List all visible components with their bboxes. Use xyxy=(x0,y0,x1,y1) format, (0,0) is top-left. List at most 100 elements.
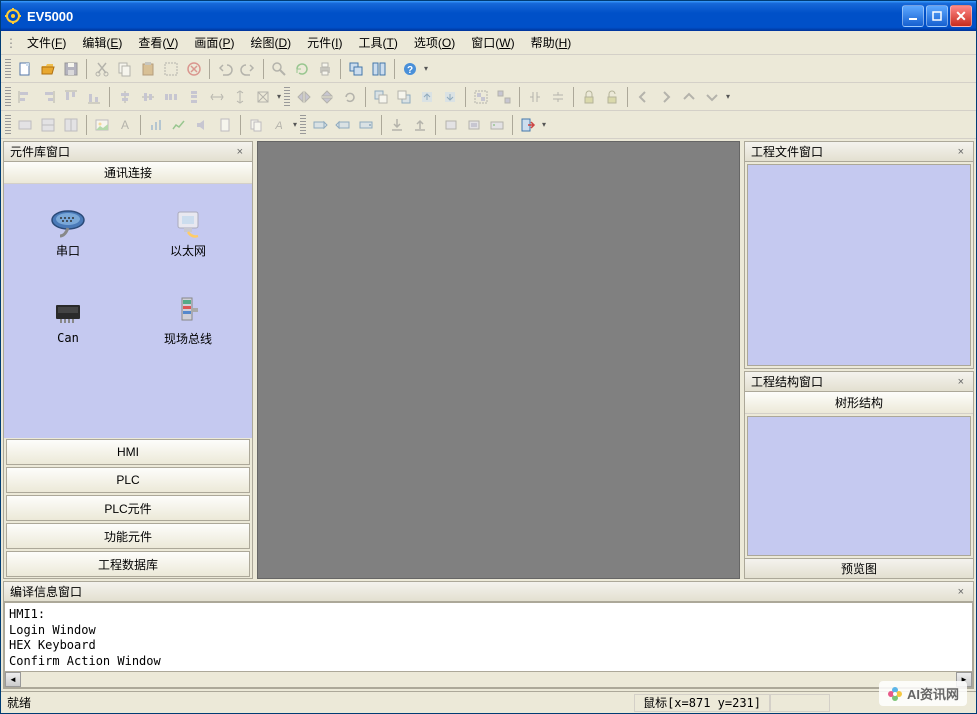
workspace-canvas[interactable] xyxy=(257,141,740,579)
menu-help[interactable]: 帮助(H) xyxy=(523,32,580,53)
window-cascade-button[interactable] xyxy=(345,58,367,80)
component-button-3[interactable] xyxy=(60,114,82,136)
device-button-3[interactable] xyxy=(486,114,508,136)
preview-footer[interactable]: 预览图 xyxy=(745,558,973,578)
flip-v-button[interactable] xyxy=(316,86,338,108)
delete-button[interactable] xyxy=(183,58,205,80)
connection-header[interactable]: 通讯连接 xyxy=(4,162,252,184)
device-button-1[interactable] xyxy=(440,114,462,136)
toolbar-grip-icon[interactable] xyxy=(300,115,306,135)
component-chart-button[interactable] xyxy=(145,114,167,136)
bring-front-button[interactable] xyxy=(370,86,392,108)
connection-ethernet[interactable]: 以太网 xyxy=(132,192,244,272)
component-doc-button[interactable] xyxy=(214,114,236,136)
unlock-button[interactable] xyxy=(601,86,623,108)
category-plc[interactable]: PLC xyxy=(6,467,250,493)
component-sound-button[interactable] xyxy=(191,114,213,136)
open-button[interactable] xyxy=(37,58,59,80)
tag-button-2[interactable] xyxy=(332,114,354,136)
find-button[interactable] xyxy=(268,58,290,80)
tag-button-1[interactable] xyxy=(309,114,331,136)
select-all-button[interactable] xyxy=(160,58,182,80)
ungroup-button[interactable] xyxy=(493,86,515,108)
undo-button[interactable] xyxy=(214,58,236,80)
panel-close-icon[interactable]: × xyxy=(234,146,246,158)
panel-close-icon[interactable]: × xyxy=(955,586,967,598)
align-center-h-button[interactable] xyxy=(114,86,136,108)
align-bottom-button[interactable] xyxy=(83,86,105,108)
close-button[interactable]: ✕ xyxy=(950,5,972,27)
toolbar-overflow-icon[interactable]: ▾ xyxy=(540,115,548,135)
category-function-parts[interactable]: 功能元件 xyxy=(6,523,250,549)
refresh-button[interactable] xyxy=(291,58,313,80)
redo-button[interactable] xyxy=(237,58,259,80)
tree-header[interactable]: 树形结构 xyxy=(745,392,973,414)
panel-close-icon[interactable]: × xyxy=(955,146,967,158)
panel-close-icon[interactable]: × xyxy=(955,376,967,388)
tag-button-3[interactable] xyxy=(355,114,377,136)
menu-options[interactable]: 选项(O) xyxy=(406,32,463,53)
component-font-button[interactable]: A xyxy=(268,114,290,136)
menu-parts[interactable]: 元件(I) xyxy=(299,32,350,53)
category-plc-parts[interactable]: PLC元件 xyxy=(6,495,250,521)
menu-edit[interactable]: 编辑(E) xyxy=(74,32,130,53)
component-button-1[interactable] xyxy=(14,114,36,136)
menu-draw[interactable]: 绘图(D) xyxy=(242,32,299,53)
paste-button[interactable] xyxy=(137,58,159,80)
distribute-h-button[interactable] xyxy=(160,86,182,108)
print-button[interactable] xyxy=(314,58,336,80)
nudge-up-button[interactable] xyxy=(678,86,700,108)
connection-fieldbus[interactable]: 现场总线 xyxy=(132,280,244,360)
align-right-button[interactable] xyxy=(37,86,59,108)
rotate-button[interactable] xyxy=(339,86,361,108)
toolbar-grip-icon[interactable] xyxy=(5,59,11,79)
toolbar-overflow-icon[interactable]: ▾ xyxy=(422,59,430,79)
category-project-db[interactable]: 工程数据库 xyxy=(6,551,250,577)
category-hmi[interactable]: HMI xyxy=(6,439,250,465)
menu-file[interactable]: 文件(F) xyxy=(19,32,74,53)
project-structure-body[interactable] xyxy=(747,416,971,556)
menu-tools[interactable]: 工具(T) xyxy=(351,32,406,53)
send-backward-button[interactable] xyxy=(439,86,461,108)
toolbar-overflow-icon[interactable]: ▾ xyxy=(724,87,732,107)
align-left-button[interactable] xyxy=(14,86,36,108)
toolbar-overflow-icon[interactable]: ▾ xyxy=(275,87,283,107)
download-button[interactable] xyxy=(386,114,408,136)
flip-h-button[interactable] xyxy=(293,86,315,108)
window-tile-button[interactable] xyxy=(368,58,390,80)
connection-can[interactable]: Can xyxy=(12,280,124,360)
same-width-button[interactable] xyxy=(206,86,228,108)
align-top-button[interactable] xyxy=(60,86,82,108)
exit-button[interactable] xyxy=(517,114,539,136)
horizontal-scrollbar[interactable]: ◄ ► xyxy=(4,672,973,688)
bring-forward-button[interactable] xyxy=(416,86,438,108)
nudge-right-button[interactable] xyxy=(655,86,677,108)
save-button[interactable] xyxy=(60,58,82,80)
toolbar-grip-icon[interactable] xyxy=(284,87,290,107)
group-button[interactable] xyxy=(470,86,492,108)
nudge-left-button[interactable] xyxy=(632,86,654,108)
toolbar-grip-icon[interactable] xyxy=(5,115,11,135)
width-narrow-button[interactable] xyxy=(524,86,546,108)
compile-output[interactable]: HMI1: Login Window HEX Keyboard Confirm … xyxy=(4,602,973,672)
component-text-button[interactable]: A xyxy=(114,114,136,136)
align-center-v-button[interactable] xyxy=(137,86,159,108)
device-button-2[interactable] xyxy=(463,114,485,136)
menu-screen[interactable]: 画面(P) xyxy=(186,32,242,53)
component-image-button[interactable] xyxy=(91,114,113,136)
nudge-down-button[interactable] xyxy=(701,86,723,108)
scroll-left-icon[interactable]: ◄ xyxy=(5,672,21,687)
connection-serial[interactable]: 串口 xyxy=(12,192,124,272)
distribute-v-button[interactable] xyxy=(183,86,205,108)
lock-button[interactable] xyxy=(578,86,600,108)
new-button[interactable] xyxy=(14,58,36,80)
toolbar-grip-icon[interactable] xyxy=(5,87,11,107)
help-button[interactable]: ? xyxy=(399,58,421,80)
height-short-button[interactable] xyxy=(547,86,569,108)
same-size-button[interactable] xyxy=(252,86,274,108)
component-trend-button[interactable] xyxy=(168,114,190,136)
same-height-button[interactable] xyxy=(229,86,251,108)
send-back-button[interactable] xyxy=(393,86,415,108)
toolbar-overflow-icon[interactable]: ▾ xyxy=(291,115,299,135)
project-files-body[interactable] xyxy=(747,164,971,366)
